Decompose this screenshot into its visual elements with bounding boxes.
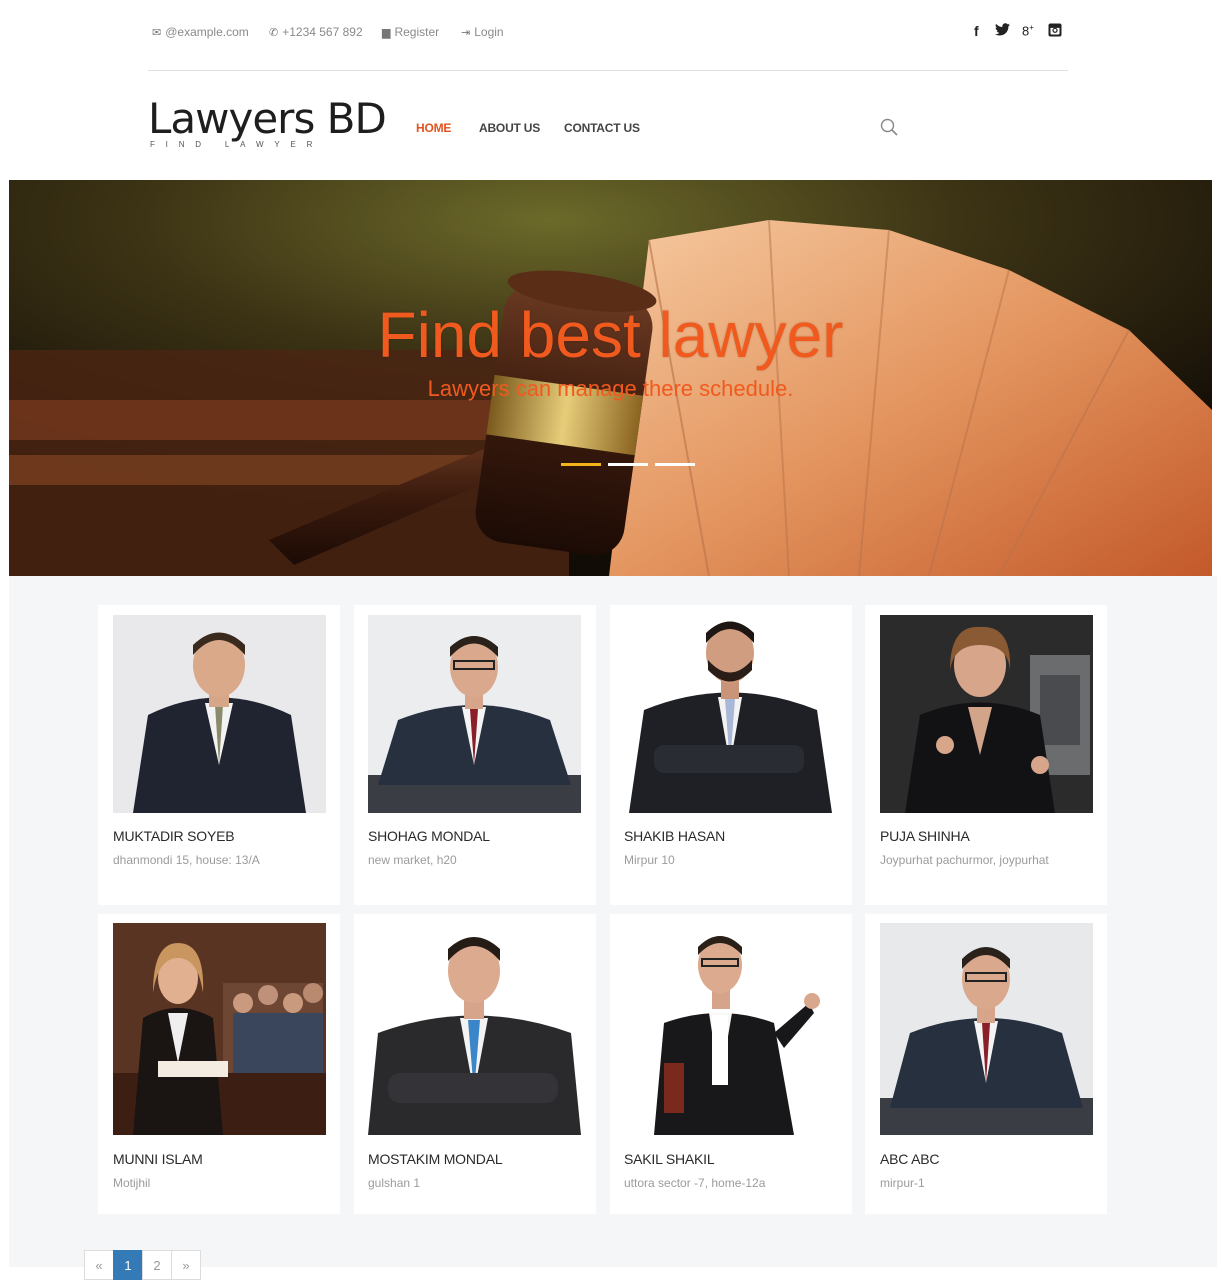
lawyer-address: mirpur-1 <box>880 1176 925 1190</box>
nav-home[interactable]: HOME <box>416 121 451 135</box>
hero-subtitle: Lawyers can manage there schedule. <box>427 376 794 401</box>
login-icon: ⇥ <box>461 27 471 39</box>
lawyer-name[interactable]: MUKTADIR SOYEB <box>113 828 235 844</box>
lawyer-photo[interactable] <box>368 615 581 813</box>
lawyer-photo[interactable] <box>624 615 837 813</box>
lawyer-card[interactable]: ABC ABC mirpur-1 <box>865 914 1107 1214</box>
register-text: Register <box>394 25 440 39</box>
lawyer-name[interactable]: MOSTAKIM MONDAL <box>368 1151 503 1167</box>
lawyer-photo[interactable] <box>880 923 1093 1135</box>
hero-slider[interactable]: Find best lawyer Lawyers can manage ther… <box>9 180 1212 576</box>
email-text: @example.com <box>165 25 249 39</box>
lawyer-address: new market, h20 <box>368 853 457 867</box>
lawyer-card[interactable]: PUJA SHINHA Joypurhat pachurmor, joypurh… <box>865 605 1107 905</box>
top-divider <box>148 70 1068 71</box>
top-bar: ✉ @example.com ✆ +1234 567 892 ▆ Register ⇥… <box>148 18 1068 48</box>
lawyer-name[interactable]: SHOHAG MONDAL <box>368 828 490 844</box>
site-tagline: FIND LAWYER <box>150 140 324 149</box>
slide-indicator-2[interactable] <box>608 463 648 466</box>
pagination: « 1 2 » <box>84 1250 201 1280</box>
lawyer-card[interactable]: MUNNI ISLAM Motijhil <box>98 914 340 1214</box>
lawyer-address: dhanmondi 15, house: 13/A <box>113 853 260 867</box>
register-link[interactable]: ▆ Register <box>382 25 439 39</box>
lawyer-card[interactable]: MUKTADIR SOYEB dhanmondi 15, house: 13/A <box>98 605 340 905</box>
lawyer-name[interactable]: MUNNI ISLAM <box>113 1151 203 1167</box>
lawyer-name[interactable]: ABC ABC <box>880 1151 939 1167</box>
pagination-next[interactable]: » <box>171 1250 201 1280</box>
email-link[interactable]: ✉ @example.com <box>152 25 249 39</box>
document-icon: ▆ <box>382 27 391 39</box>
search-icon[interactable] <box>880 118 898 136</box>
hero-title: Find best lawyer <box>377 299 844 371</box>
instagram-icon[interactable] <box>1048 23 1062 40</box>
lawyer-photo[interactable] <box>880 615 1093 813</box>
lawyer-photo[interactable] <box>624 923 837 1135</box>
lawyer-card[interactable]: SHOHAG MONDAL new market, h20 <box>354 605 596 905</box>
lawyer-card[interactable]: SHAKIB HASAN Mirpur 10 <box>610 605 852 905</box>
lawyer-name[interactable]: PUJA SHINHA <box>880 828 970 844</box>
lawyer-name[interactable]: SAKIL SHAKIL <box>624 1151 715 1167</box>
google-plus-icon[interactable]: 8+ <box>1022 23 1034 38</box>
site-logo[interactable]: Lawyers BD <box>148 98 387 140</box>
pagination-page-2[interactable]: 2 <box>142 1250 172 1280</box>
lawyer-photo[interactable] <box>113 615 326 813</box>
slide-indicator-3[interactable] <box>655 463 695 466</box>
login-link[interactable]: ⇥ Login <box>461 25 504 39</box>
login-text: Login <box>474 25 504 39</box>
pagination-prev[interactable]: « <box>84 1250 114 1280</box>
lawyer-card[interactable]: SAKIL SHAKIL uttora sector -7, home-12a <box>610 914 852 1214</box>
lawyer-address: gulshan 1 <box>368 1176 421 1190</box>
lawyer-address: Joypurhat pachurmor, joypurhat <box>880 853 1049 867</box>
lawyer-photo[interactable] <box>113 923 326 1135</box>
slide-indicator-1[interactable] <box>561 463 601 466</box>
lawyer-card[interactable]: MOSTAKIM MONDAL gulshan 1 <box>354 914 596 1214</box>
envelope-icon: ✉ <box>152 27 162 39</box>
lawyer-name[interactable]: SHAKIB HASAN <box>624 828 725 844</box>
nav-contact-us[interactable]: CONTACT US <box>564 121 640 135</box>
nav-about-us[interactable]: ABOUT US <box>479 121 540 135</box>
pagination-page-1[interactable]: 1 <box>113 1250 143 1280</box>
facebook-icon[interactable]: f <box>974 23 979 39</box>
phone-icon: ✆ <box>269 27 279 39</box>
lawyer-address: uttora sector -7, home-12a <box>624 1176 766 1190</box>
phone-text: +1234 567 892 <box>282 25 363 39</box>
lawyer-address: Motijhil <box>113 1176 151 1190</box>
lawyer-photo[interactable] <box>368 923 581 1135</box>
twitter-icon[interactable] <box>995 23 1010 39</box>
lawyer-address: Mirpur 10 <box>624 853 675 867</box>
phone-link[interactable]: ✆ +1234 567 892 <box>269 25 363 39</box>
